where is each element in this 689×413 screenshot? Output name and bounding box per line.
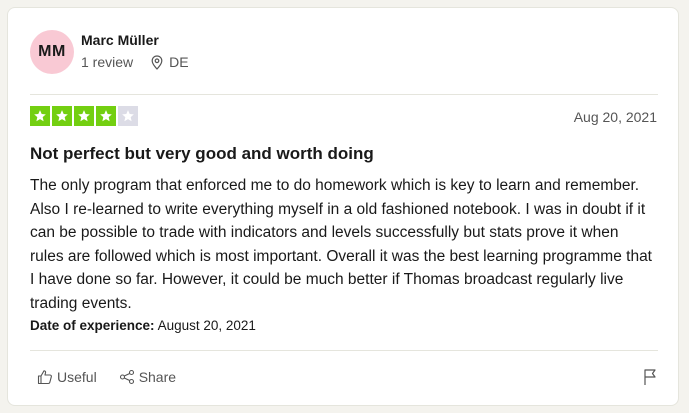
avatar[interactable]: MM	[30, 30, 74, 74]
star-rating	[30, 106, 138, 126]
star-filled-icon	[52, 106, 72, 126]
divider	[30, 94, 658, 95]
reviewer-location: DE	[151, 54, 189, 70]
review-date: Aug 20, 2021	[573, 109, 657, 125]
star-empty-icon	[118, 106, 138, 126]
star-filled-icon	[74, 106, 94, 126]
experience-label: Date of experience:	[30, 318, 155, 333]
star-filled-icon	[30, 106, 50, 126]
review-card: MM Marc Müller 1 review DE Aug 20, 2021 …	[7, 7, 679, 406]
share-button[interactable]: Share	[119, 369, 176, 385]
reviewer-name[interactable]: Marc Müller	[81, 32, 159, 48]
review-count: 1 review	[81, 54, 134, 70]
location-pin-icon	[151, 54, 163, 70]
useful-button[interactable]: Useful	[37, 369, 97, 385]
country-code: DE	[169, 54, 189, 70]
thumbs-up-icon	[37, 370, 52, 385]
useful-label: Useful	[57, 369, 97, 385]
divider	[30, 350, 658, 351]
share-label: Share	[138, 369, 177, 385]
review-actions: Useful Share	[37, 369, 176, 385]
report-button[interactable]	[642, 368, 658, 391]
reviewer-meta: 1 review DE	[81, 54, 189, 70]
star-filled-icon	[96, 106, 116, 126]
review-title[interactable]: Not perfect but very good and worth doin…	[30, 144, 374, 164]
flag-icon	[644, 369, 656, 385]
experience-date: August 20, 2021	[157, 318, 256, 333]
review-body: The only program that enforced me to do …	[30, 177, 652, 312]
date-of-experience: Date of experience: August 20, 2021	[30, 318, 256, 333]
share-icon	[119, 369, 134, 385]
